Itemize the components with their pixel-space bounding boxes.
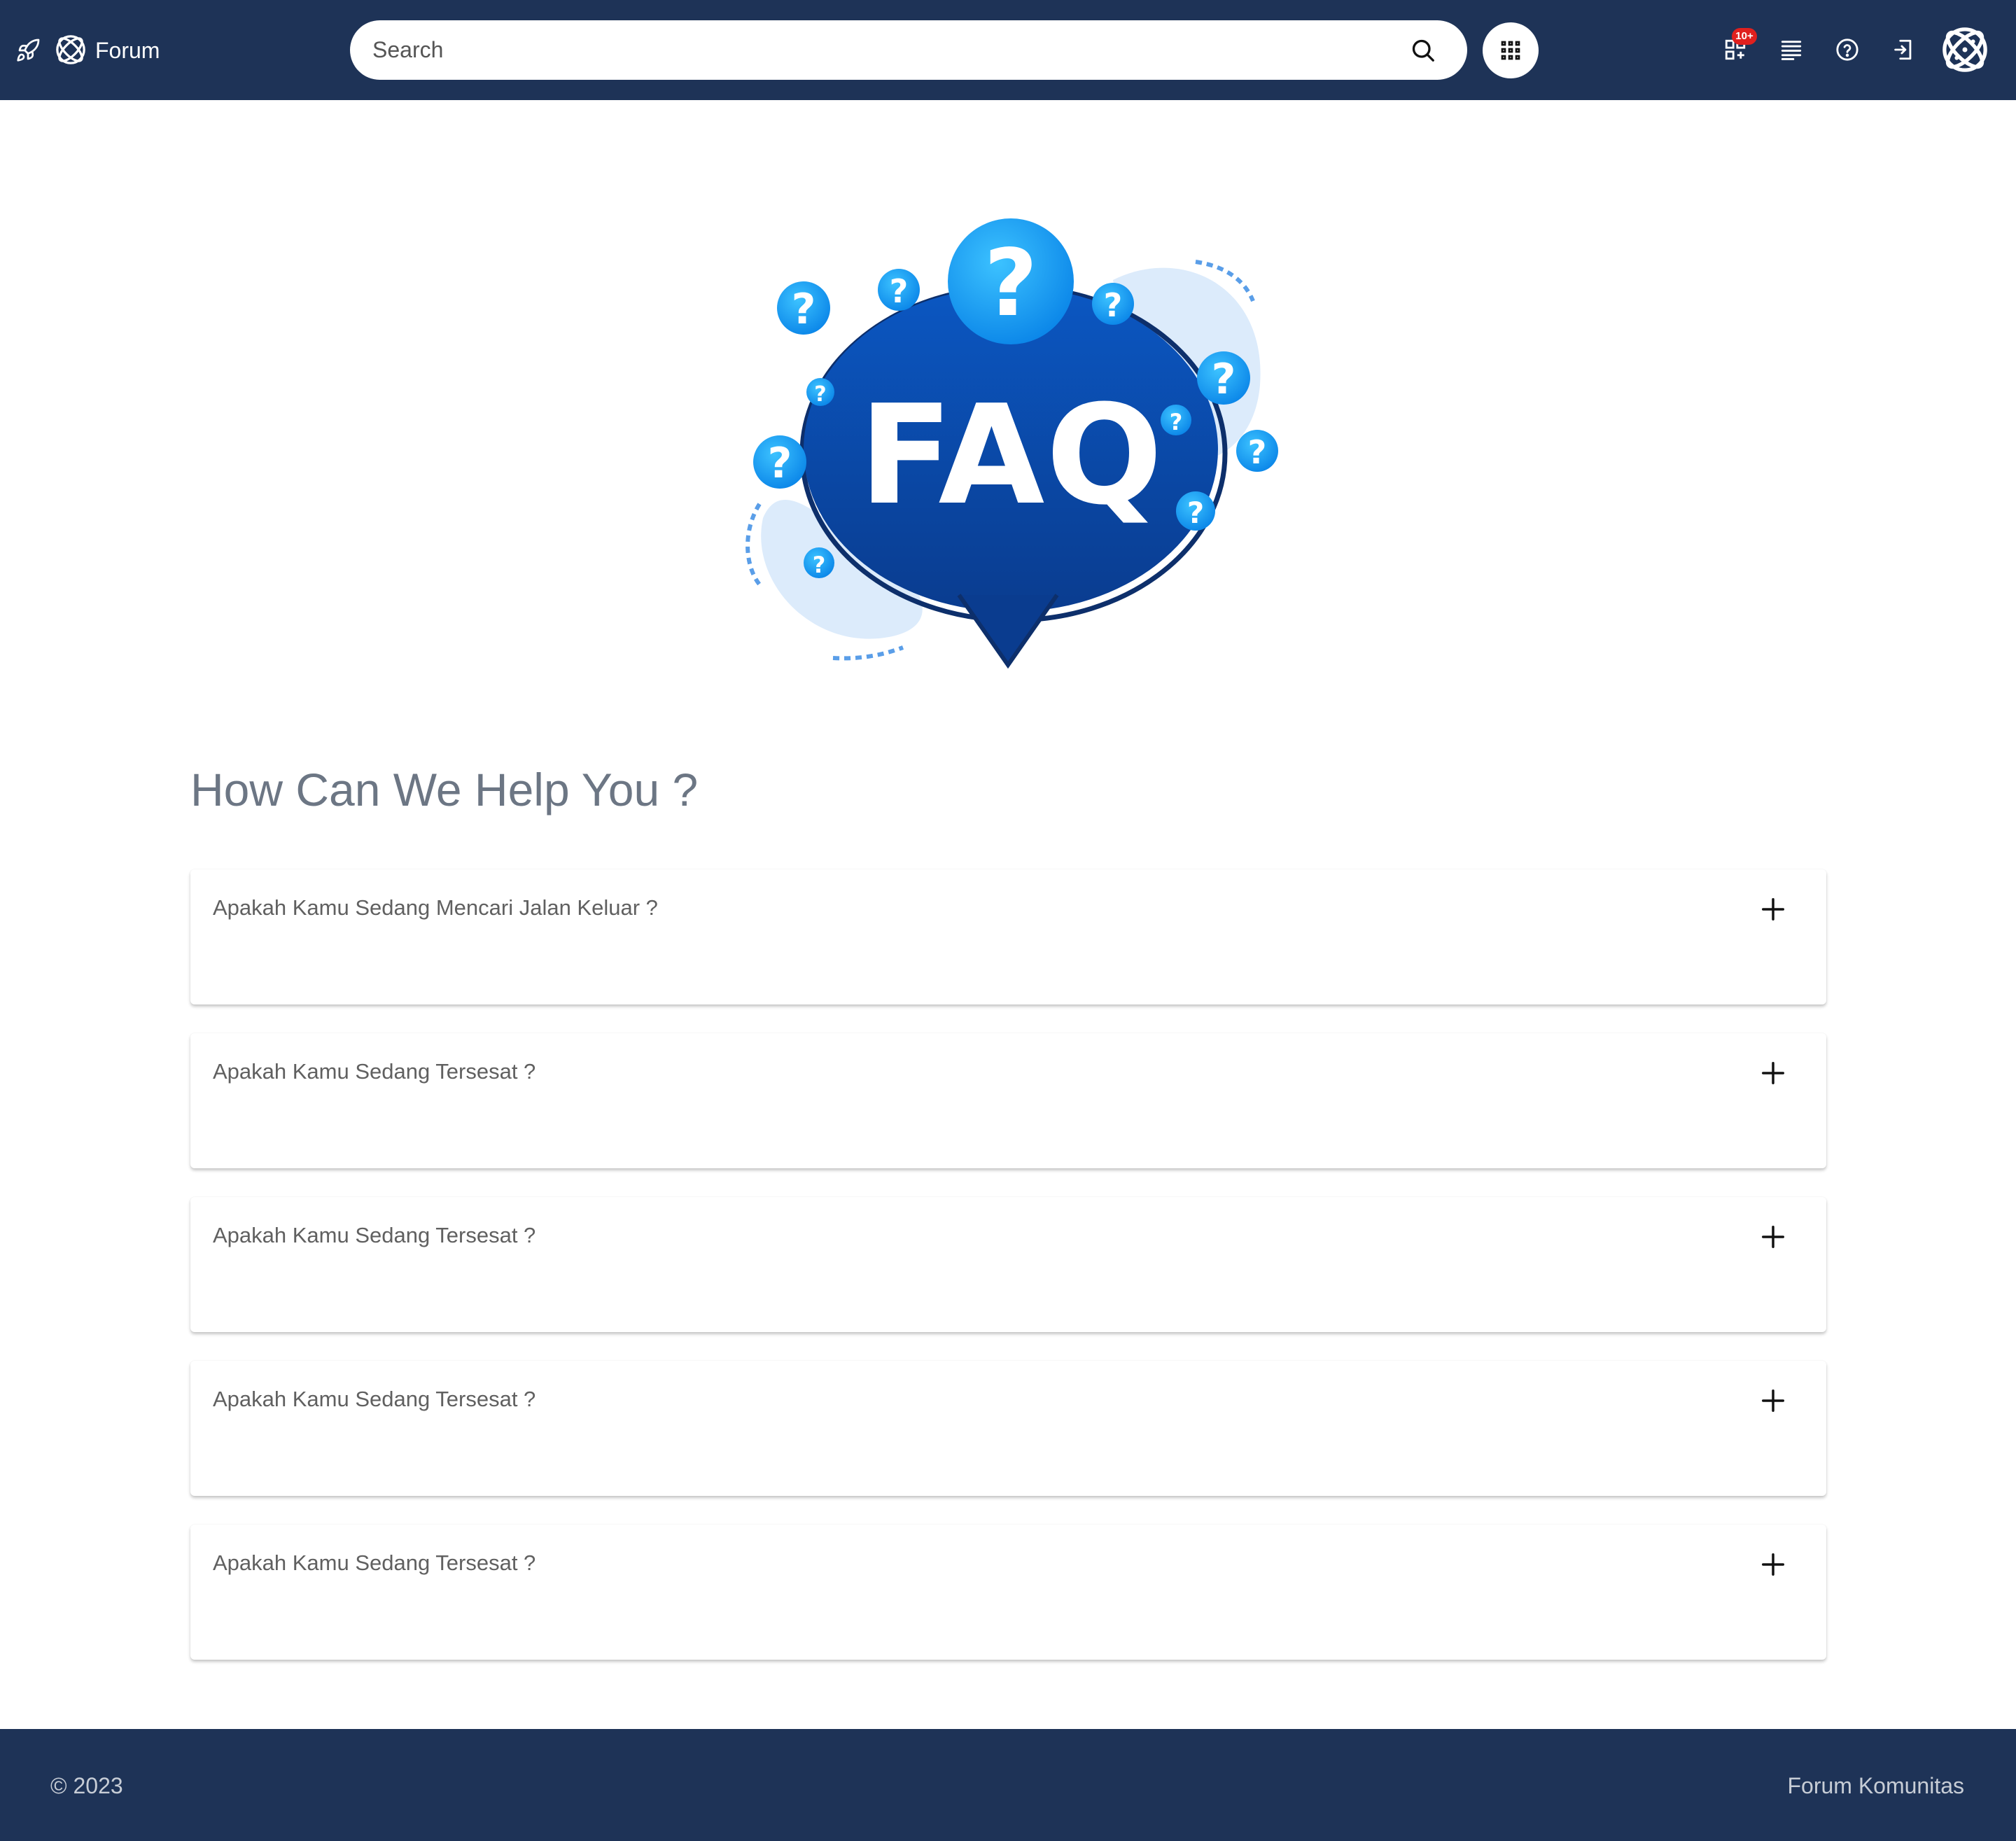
help-icon[interactable] xyxy=(1835,38,1859,62)
plus-icon[interactable] xyxy=(1760,1224,1786,1250)
svg-text:?: ? xyxy=(1104,286,1123,324)
svg-text:?: ? xyxy=(1212,355,1236,404)
plus-icon[interactable] xyxy=(1760,1060,1786,1086)
rocket-icon[interactable] xyxy=(15,38,41,63)
faq-question: Apakah Kamu Sedang Tersesat ? xyxy=(213,1223,536,1247)
footer-brand: Forum Komunitas xyxy=(1787,1773,1964,1798)
page-title: How Can We Help You ? xyxy=(190,764,699,816)
faq-item[interactable]: Apakah Kamu Sedang Mencari Jalan Keluar … xyxy=(190,869,1826,1004)
faq-item[interactable]: Apakah Kamu Sedang Tersesat ? xyxy=(190,1361,1826,1496)
svg-text:?: ? xyxy=(813,552,826,578)
plus-icon[interactable] xyxy=(1760,1387,1786,1414)
search-icon[interactable] xyxy=(1410,38,1436,63)
faq-accordion: Apakah Kamu Sedang Mencari Jalan Keluar … xyxy=(190,869,1826,1688)
plus-icon[interactable] xyxy=(1760,896,1786,923)
svg-text:?: ? xyxy=(768,439,792,488)
search-bar xyxy=(350,20,1467,80)
svg-text:?: ? xyxy=(1170,409,1183,435)
faq-item[interactable]: Apakah Kamu Sedang Tersesat ? xyxy=(190,1033,1826,1168)
faq-item[interactable]: Apakah Kamu Sedang Tersesat ? xyxy=(190,1525,1826,1660)
svg-text:?: ? xyxy=(1248,433,1267,471)
list-icon[interactable] xyxy=(1779,38,1803,62)
svg-text:?: ? xyxy=(814,382,826,407)
svg-text:?: ? xyxy=(1187,496,1204,530)
brand-name[interactable]: Forum xyxy=(95,35,160,66)
top-navbar: Forum 10+ xyxy=(0,0,2016,100)
faq-item[interactable]: Apakah Kamu Sedang Tersesat ? xyxy=(190,1197,1826,1332)
faq-question: Apakah Kamu Sedang Mencari Jalan Keluar … xyxy=(213,895,658,920)
grid-apps-icon xyxy=(1501,41,1520,60)
faq-hero-text: FAQ xyxy=(859,376,1164,536)
svg-text:?: ? xyxy=(792,285,816,334)
svg-text:?: ? xyxy=(890,272,909,310)
login-icon[interactable] xyxy=(1891,38,1915,62)
copyright-text: © 2023 xyxy=(50,1773,123,1798)
faq-hero-illustration: FAQ ? ? ? ? ? ? ? ? ? ? ? xyxy=(746,218,1278,669)
search-input[interactable] xyxy=(372,20,1380,80)
forum-logo-icon[interactable] xyxy=(55,34,87,66)
faq-question: Apakah Kamu Sedang Tersesat ? xyxy=(213,1550,536,1575)
notification-badge: 10+ xyxy=(1732,28,1757,45)
apps-menu-button[interactable] xyxy=(1483,22,1539,78)
profile-logo-icon[interactable] xyxy=(1940,25,1989,74)
svg-text:?: ? xyxy=(984,230,1038,337)
plus-icon[interactable] xyxy=(1760,1551,1786,1578)
faq-question: Apakah Kamu Sedang Tersesat ? xyxy=(213,1059,536,1084)
faq-question: Apakah Kamu Sedang Tersesat ? xyxy=(213,1387,536,1411)
footer: © 2023 Forum Komunitas xyxy=(0,1729,2016,1841)
